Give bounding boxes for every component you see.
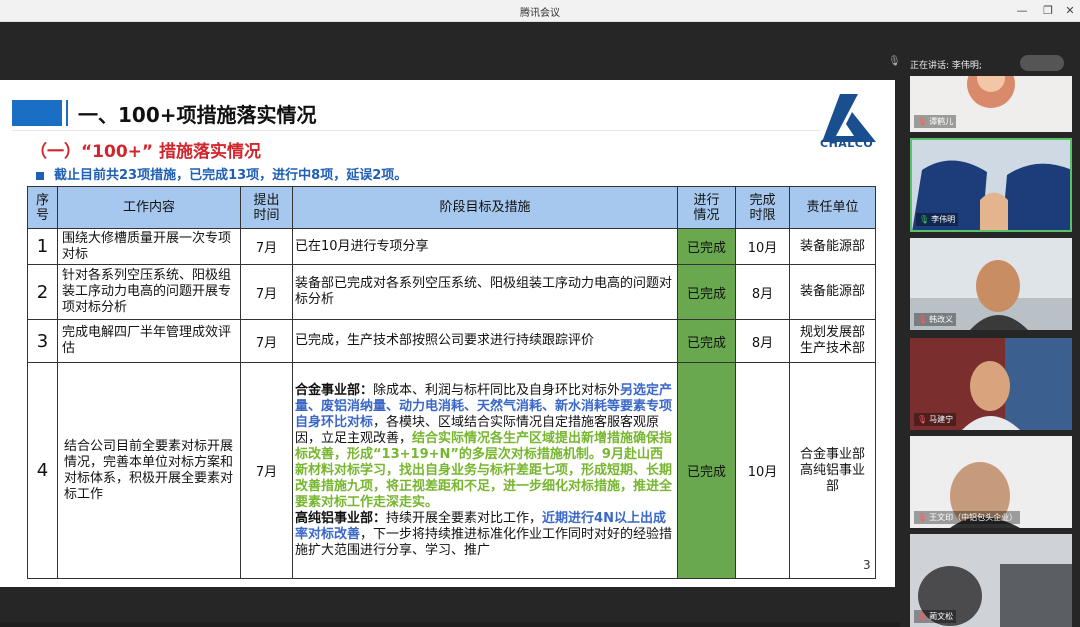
row-unit: 装备能源部: [789, 228, 876, 265]
participant-name-text: 谭鹤儿: [929, 117, 954, 126]
mic-icon: 🎙: [888, 56, 901, 67]
participant-name: 🎙 谭鹤儿: [914, 115, 957, 128]
row-deadline: 8月: [735, 264, 790, 320]
row-unit: 装备能源部: [789, 264, 876, 320]
row-time: 7月: [240, 264, 293, 320]
row-work: 结合公司目前全要素对标开展情况，完善本单位对标方案和对标体系，积极开展全要素对标…: [57, 362, 241, 579]
page-number: 3: [863, 558, 871, 572]
summary-line: 截止目前共23项措施，已完成13项，进行中8项，延误2项。: [36, 164, 407, 183]
bottom-toolbar-strip: [0, 622, 900, 627]
audio-level-icon: [1020, 55, 1064, 71]
close-button[interactable]: ✕: [1058, 3, 1080, 19]
row-measure: 装备部已完成对各系列空压系统、阳极组装工序动力电高的问题对标分析: [292, 264, 678, 320]
row-measure: 已在10月进行专项分享: [292, 228, 678, 265]
row-no: 4: [27, 362, 58, 579]
participant-name: 🎙 王文印（中铝包头企业）: [914, 511, 1021, 524]
section-subtitle: （一）“100+” 措施落实情况: [30, 142, 261, 162]
row-work: 针对各系列空压系统、阳极组装工序动力电高的问题开展专项对标分析: [57, 264, 241, 320]
participant-name: 🎙 马建宁: [914, 413, 957, 426]
participant-name: 🎙 韩改义: [914, 313, 957, 326]
participant-tile[interactable]: 🎙 蔺文松: [910, 534, 1072, 627]
header-time: 提出时间: [240, 186, 293, 229]
unit-line: 生产技术部: [799, 341, 865, 356]
participant-name: 🎙 李伟明: [916, 213, 959, 226]
header-status: 进行情况: [677, 186, 736, 229]
title-accent-bar: [66, 100, 68, 126]
row-status: 已完成: [677, 264, 736, 320]
header-work: 工作内容: [57, 186, 241, 229]
maximize-button[interactable]: ❐: [1036, 3, 1060, 19]
summary-text: 截止目前共23项措施，已完成13项，进行中8项，延误2项。: [54, 168, 408, 183]
table-row: 1 围绕大修槽质量开展一次专项对标 7月 已在10月进行专项分享 已完成 10月…: [27, 228, 876, 265]
mic-muted-icon: 🎙: [917, 315, 928, 324]
participant-name-text: 李伟明: [931, 215, 956, 224]
measure-text: 除成本、利润与标杆同比及自身环比对标外: [373, 382, 621, 398]
row-unit: 规划发展部 生产技术部: [789, 319, 876, 363]
row-deadline: 8月: [735, 319, 790, 363]
speaking-indicator: 🎙 正在讲话: 李伟明;: [888, 52, 1072, 74]
participant-name-text: 王文印（中铝包头企业）: [929, 513, 1018, 522]
shared-slide: 一、100+项措施落实情况 CHALCO （一）“100+” 措施落实情况 截止…: [0, 80, 895, 587]
row-measure: 合金事业部：除成本、利润与标杆同比及自身环比对标外另选定产量、废铝消纳量、动力电…: [292, 362, 678, 579]
row-status: 已完成: [677, 319, 736, 363]
measures-table: 序号 工作内容 提出时间 阶段目标及措施 进行情况 完成时限 责任单位 1 围绕…: [27, 186, 876, 579]
table-row: 2 针对各系列空压系统、阳极组装工序动力电高的问题开展专项对标分析 7月 装备部…: [27, 264, 876, 320]
participant-tile-active[interactable]: 🎙 李伟明: [910, 138, 1072, 232]
header-unit: 责任单位: [789, 186, 876, 229]
participant-tile[interactable]: 🎙 王文印（中铝包头企业）: [910, 436, 1072, 528]
minimize-button[interactable]: —: [1010, 3, 1034, 19]
row-work: 完成电解四厂半年管理成效评估: [57, 319, 241, 363]
logo-text: CHALCO: [820, 137, 874, 150]
window-title: 腾讯会议: [520, 8, 560, 19]
title-accent-block: [12, 100, 62, 126]
speaking-label: 正在讲话: 李伟明;: [910, 61, 982, 71]
header-measure: 阶段目标及措施: [292, 186, 678, 229]
measure-text: 持续开展全要素对比工作，: [386, 510, 543, 526]
row-time: 7月: [240, 228, 293, 265]
header-deadline: 完成时限: [735, 186, 790, 229]
measure-label: 合金事业部：: [295, 382, 374, 398]
row-unit: 合金事业部高纯铝事业部: [789, 362, 876, 579]
row-no: 2: [27, 264, 58, 320]
mic-muted-icon: 🎙: [917, 513, 928, 522]
row-no: 1: [27, 228, 58, 265]
mic-muted-icon: 🎙: [917, 415, 928, 424]
participant-name-text: 韩改义: [929, 315, 954, 324]
row-work: 围绕大修槽质量开展一次专项对标: [57, 228, 241, 265]
header-no: 序号: [27, 186, 58, 229]
row-status: 已完成: [677, 362, 736, 579]
measure-label: 高纯铝事业部：: [295, 510, 387, 526]
title-divider: [12, 130, 820, 131]
bullet-square-icon: [36, 171, 44, 180]
row-deadline: 10月: [735, 362, 790, 579]
row-deadline: 10月: [735, 228, 790, 265]
row-status: 已完成: [677, 228, 736, 265]
row-time: 7月: [240, 319, 293, 363]
mic-muted-icon: 🎙: [917, 612, 928, 621]
table-header-row: 序号 工作内容 提出时间 阶段目标及措施 进行情况 完成时限 责任单位: [27, 186, 876, 229]
mic-active-icon: 🎙: [919, 215, 930, 224]
participant-tile[interactable]: 🎙 谭鹤儿: [910, 76, 1072, 132]
row-time: 7月: [240, 362, 293, 579]
row-measure: 已完成，生产技术部按照公司要求进行持续跟踪评价: [292, 319, 678, 363]
participant-name: 🎙 蔺文松: [914, 610, 957, 623]
table-row: 3 完成电解四厂半年管理成效评估 7月 已完成，生产技术部按照公司要求进行持续跟…: [27, 319, 876, 363]
row-no: 3: [27, 319, 58, 363]
slide-main-title: 一、100+项措施落实情况: [78, 103, 317, 127]
mic-muted-icon: 🎙: [917, 117, 928, 126]
participant-tile[interactable]: 🎙 马建宁: [910, 338, 1072, 430]
participant-name-text: 蔺文松: [929, 612, 954, 621]
unit-line: 规划发展部: [799, 325, 865, 340]
table-row: 4 结合公司目前全要素对标开展情况，完善本单位对标方案和对标体系，积极开展全要素…: [27, 362, 876, 579]
participant-name-text: 马建宁: [929, 415, 954, 424]
window-titlebar: 腾讯会议 — ❐ ✕: [0, 0, 1080, 22]
participant-tile[interactable]: 🎙 韩改义: [910, 238, 1072, 330]
